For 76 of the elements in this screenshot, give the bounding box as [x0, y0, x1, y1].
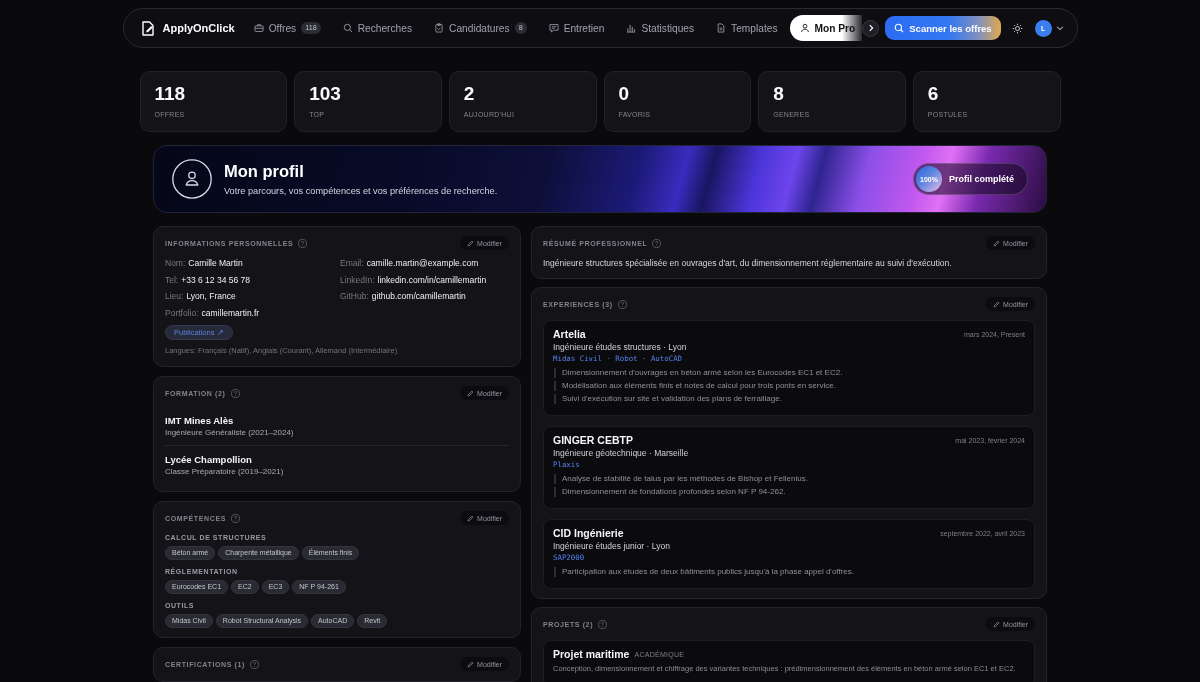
help-icon[interactable]: [250, 659, 260, 669]
scan-offers-button[interactable]: Scanner les offres: [885, 16, 1001, 40]
job-title: Ingénieure études structures · Lyon: [553, 341, 688, 353]
help-icon[interactable]: [298, 238, 308, 248]
help-icon[interactable]: [598, 619, 608, 629]
degree-text: Ingénieure Généraliste (2021–2024): [165, 427, 295, 439]
pencil-icon: [467, 239, 475, 247]
chat-bubble-icon: [548, 23, 559, 33]
nav-tab[interactable]: Statistiques: [616, 15, 705, 41]
pencil-icon: [467, 389, 475, 397]
pencil-icon: [993, 620, 1001, 628]
chevron-right-icon: [866, 24, 875, 32]
field-label: Lieu:: [165, 291, 184, 301]
bar-chart-icon: [626, 23, 637, 33]
chevron-down-icon[interactable]: [1055, 24, 1064, 32]
pencil-icon: [467, 514, 475, 522]
scroll-right-button[interactable]: [862, 19, 880, 37]
pencil-icon: [993, 239, 1001, 247]
degree-text: Classe Préparatoire (2019–2021): [165, 466, 285, 478]
completion-label: Profil complété: [949, 174, 1014, 184]
briefcase-icon: [253, 23, 264, 33]
field-value: camillemartin.fr: [201, 307, 260, 318]
pencil-icon: [467, 660, 475, 668]
help-icon[interactable]: [230, 388, 240, 398]
search-icon: [894, 23, 905, 33]
clipboard-icon: [434, 23, 445, 33]
field-label: Tel:: [165, 274, 179, 285]
person-circle-icon: [172, 159, 212, 199]
page-title: Mon profil: [224, 160, 304, 181]
page-subtitle: Votre parcours, vos compétences et vos préférences de recherche.: [224, 184, 498, 198]
nav-tab[interactable]: Templates: [706, 15, 788, 41]
pencil-icon: [993, 300, 1001, 308]
brand-name: ApplyOnClick: [162, 22, 235, 34]
company-name: CID Ingénierie: [553, 526, 624, 540]
help-icon[interactable]: [652, 238, 662, 248]
field-label: Portfolio:: [165, 307, 199, 318]
field-value: github.com/camillemartin: [371, 291, 466, 301]
school-name: IMT Mines Alès: [165, 414, 235, 427]
field-value: linkedin.com/in/camillemartin: [377, 274, 487, 285]
person-icon: [799, 23, 810, 33]
field-value: Camille Martin: [188, 258, 243, 268]
nav-tab[interactable]: Entretien: [538, 15, 615, 41]
bullet-item: Suivi d'exécution sur site et validation des plans de ferraillage.: [554, 394, 782, 404]
field-value: camille.martin@example.com: [366, 258, 479, 268]
help-icon[interactable]: [231, 513, 240, 523]
stat-value: 118: [154, 82, 186, 106]
stat-value: 0: [618, 82, 630, 106]
field-value: Lyon, France: [186, 291, 236, 301]
bullet-item: Dimensionnement d'ouvrages en béton armé selon les Eurocodes EC1 et EC2.: [554, 368, 843, 378]
field-label: Email:: [340, 258, 364, 268]
bullet-item: Analyse de stabilité de talus par les méthodes de Bishop et Fellenius.: [554, 474, 808, 484]
bullet-item: Modélisation aux éléments finis et notes de calcul pour trois ponts en service.: [554, 381, 836, 391]
project-name: Projet maritime: [553, 647, 630, 661]
summary-text: Ingénieure structures spécialisée en ouvrages d'art, du dimensionnement réglementaire au suivi d'exécution.: [543, 257, 953, 269]
sun-icon[interactable]: [1011, 22, 1023, 34]
search-icon: [342, 23, 353, 33]
nav-tab[interactable]: Recherches: [332, 15, 423, 41]
bullet-item: Participation aux études de deux bâtiments publics jusqu'à la phase appel d'offres.: [554, 567, 854, 577]
field-label: Nom:: [165, 258, 186, 268]
company-name: GINGER CEBTP: [553, 433, 633, 447]
stat-value: 8: [773, 82, 784, 106]
stat-value: 2: [463, 82, 475, 106]
stat-value: 103: [309, 82, 341, 106]
job-title: Ingénieure études junior · Lyon: [553, 540, 671, 552]
field-label: LinkedIn:: [340, 274, 375, 285]
bullet-item: Dimensionnement de fondations profondes selon NF P 94-262.: [554, 487, 786, 497]
stat-value: 6: [927, 82, 939, 106]
field-label: GitHub:: [340, 291, 369, 301]
nav-tab[interactable]: Mon Pro: [789, 15, 863, 41]
field-value: +33 6 12 34 56 78: [181, 274, 250, 285]
document-icon: [716, 23, 727, 33]
company-name: Artelia: [553, 327, 586, 341]
job-title: Ingénieure géotechnique · Marseille: [553, 447, 690, 459]
logo-icon: [140, 20, 155, 36]
school-name: Lycée Champollion: [165, 453, 253, 466]
help-icon[interactable]: [617, 299, 627, 309]
